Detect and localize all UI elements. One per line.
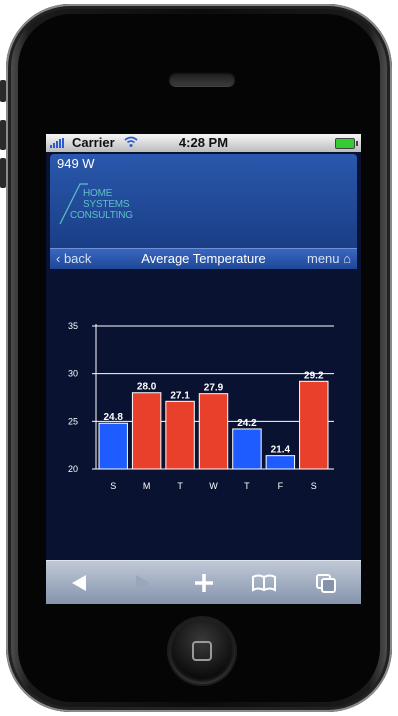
data-label: 28.0 [137, 382, 157, 393]
y-tick-label: 35 [68, 321, 78, 331]
x-tick-label: S [311, 481, 317, 491]
status-bar: Carrier 4:28 PM [46, 134, 361, 152]
bar [198, 393, 229, 470]
bar [299, 380, 329, 470]
company-logo: HOME SYSTEMS CONSULTING [58, 180, 148, 228]
home-button[interactable] [169, 618, 235, 684]
logo-line-consulting: CONSULTING [70, 210, 133, 221]
app-header: 949 W HOME SYSTEMS CONSULTING [50, 154, 357, 248]
back-arrow-icon[interactable] [66, 569, 94, 597]
data-label: 29.2 [304, 370, 324, 381]
volume-up-button [0, 120, 6, 150]
bar [98, 422, 128, 470]
x-tick-label: T [177, 481, 183, 491]
y-tick-label: 30 [68, 369, 78, 379]
data-label: 27.9 [204, 383, 224, 394]
battery-icon [335, 138, 358, 149]
bookmarks-icon[interactable] [250, 569, 278, 597]
y-tick-label: 25 [68, 416, 78, 426]
data-label: 27.1 [170, 390, 190, 401]
logo-line-home: HOME [83, 188, 113, 199]
power-reading: 949 W [57, 156, 95, 171]
x-tick-label: M [143, 481, 151, 491]
mute-switch [0, 80, 6, 102]
data-label: 21.4 [271, 445, 291, 456]
browser-toolbar [46, 560, 361, 604]
bar [165, 400, 195, 470]
bar [232, 428, 262, 470]
home-icon: ⌂ [343, 251, 351, 266]
logo-line-systems: SYSTEMS [83, 199, 130, 210]
data-label: 24.8 [103, 412, 123, 423]
menu-button[interactable]: menu ⌂ [307, 251, 351, 266]
menu-label: menu [306, 251, 340, 266]
nav-bar: ‹ back Average Temperature menu ⌂ [50, 248, 357, 269]
data-label: 24.2 [237, 418, 257, 429]
status-time: 4:28 PM [178, 135, 229, 150]
y-tick-label: 20 [68, 464, 78, 474]
x-tick-label: T [244, 481, 250, 491]
x-tick-label: S [110, 481, 116, 491]
volume-down-button [0, 158, 6, 188]
x-tick-label: F [278, 481, 284, 491]
pages-icon[interactable] [312, 569, 340, 597]
plus-icon[interactable] [190, 569, 218, 597]
screen: Carrier 4:28 PM 949 W HOME SYSTEMS CONSU… [46, 134, 361, 604]
bar [265, 455, 296, 470]
earpiece-speaker [169, 72, 235, 86]
home-square-icon [192, 641, 212, 661]
bar [131, 392, 162, 470]
forward-arrow-icon[interactable] [128, 569, 156, 597]
x-tick-label: W [209, 481, 218, 491]
temperature-chart: 20 25 30 35 24.8 S 28.0 M 27.1 T 27.9 W 24.2 T 21.4 F 29… [68, 321, 334, 491]
